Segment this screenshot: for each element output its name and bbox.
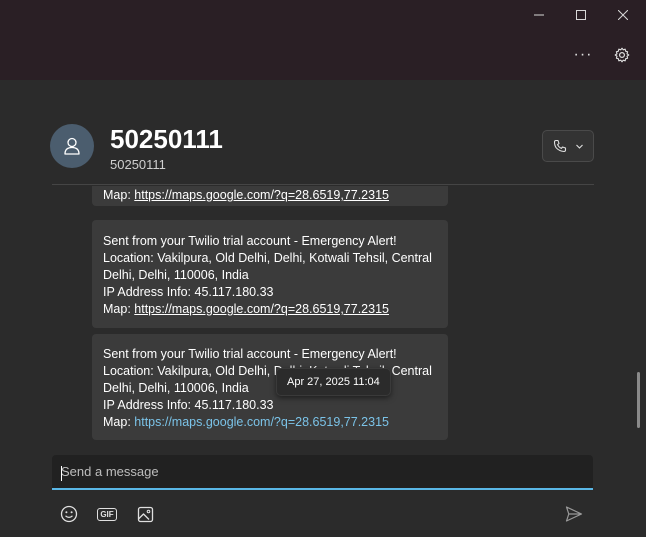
call-button[interactable] [542, 130, 594, 162]
map-link[interactable]: https://maps.google.com/?q=28.6519,77.23… [134, 415, 389, 429]
conversation-header: 50250111 50250111 [0, 80, 646, 186]
message-input[interactable] [61, 464, 593, 479]
person-icon [64, 137, 80, 155]
message-line: Location: Vakilpura, Old Delhi, Delhi, K… [103, 251, 432, 265]
text-caret [61, 466, 62, 481]
minimize-icon [534, 14, 544, 16]
settings-button[interactable] [607, 40, 637, 70]
emoji-icon [60, 505, 78, 523]
chevron-down-icon [575, 144, 583, 149]
image-button[interactable] [133, 502, 157, 526]
maximize-icon [576, 10, 586, 20]
map-link[interactable]: https://maps.google.com/?q=28.6519,77.23… [134, 188, 389, 202]
message-bubble: Sent from your Twilio trial account - Em… [92, 220, 448, 328]
send-icon [565, 506, 583, 522]
map-label: Map: [103, 302, 131, 316]
map-label: Map: [103, 188, 131, 202]
message-bubble: Sent from your Twilio trial account - Em… [92, 334, 448, 440]
minimize-button[interactable] [519, 0, 559, 30]
send-button[interactable] [562, 502, 586, 526]
gear-icon [614, 47, 630, 63]
message-line: IP Address Info: 45.117.180.33 [103, 398, 274, 412]
scrollbar-thumb[interactable] [637, 372, 640, 428]
close-icon [618, 10, 628, 20]
gif-button[interactable]: GIF [95, 502, 119, 526]
emoji-button[interactable] [57, 502, 81, 526]
phone-icon [553, 139, 566, 153]
header-divider [52, 184, 594, 185]
contact-name: 50250111 [110, 124, 223, 154]
message-line: Sent from your Twilio trial account - Em… [103, 234, 397, 248]
message-line: Sent from your Twilio trial account - Em… [103, 347, 397, 361]
avatar [50, 124, 94, 168]
more-options-button[interactable]: ··· [568, 40, 598, 70]
more-icon: ··· [573, 46, 593, 63]
contact-number: 50250111 [110, 157, 166, 172]
image-icon [137, 506, 153, 522]
map-label: Map: [103, 415, 131, 429]
message-line: IP Address Info: 45.117.180.33 [103, 285, 274, 299]
map-link[interactable]: https://maps.google.com/?q=28.6519,77.23… [134, 302, 389, 316]
maximize-button[interactable] [561, 0, 601, 30]
title-bar: ··· [0, 0, 646, 80]
message-bubble: Map: https://maps.google.com/?q=28.6519,… [92, 186, 448, 206]
close-button[interactable] [603, 0, 643, 30]
gif-icon: GIF [97, 507, 117, 521]
message-list[interactable]: Map: https://maps.google.com/?q=28.6519,… [0, 186, 646, 448]
timestamp-tooltip: Apr 27, 2025 11:04 [276, 368, 391, 396]
message-compose-box[interactable] [52, 455, 593, 490]
message-line: Delhi, Delhi, 110006, India [103, 268, 249, 282]
